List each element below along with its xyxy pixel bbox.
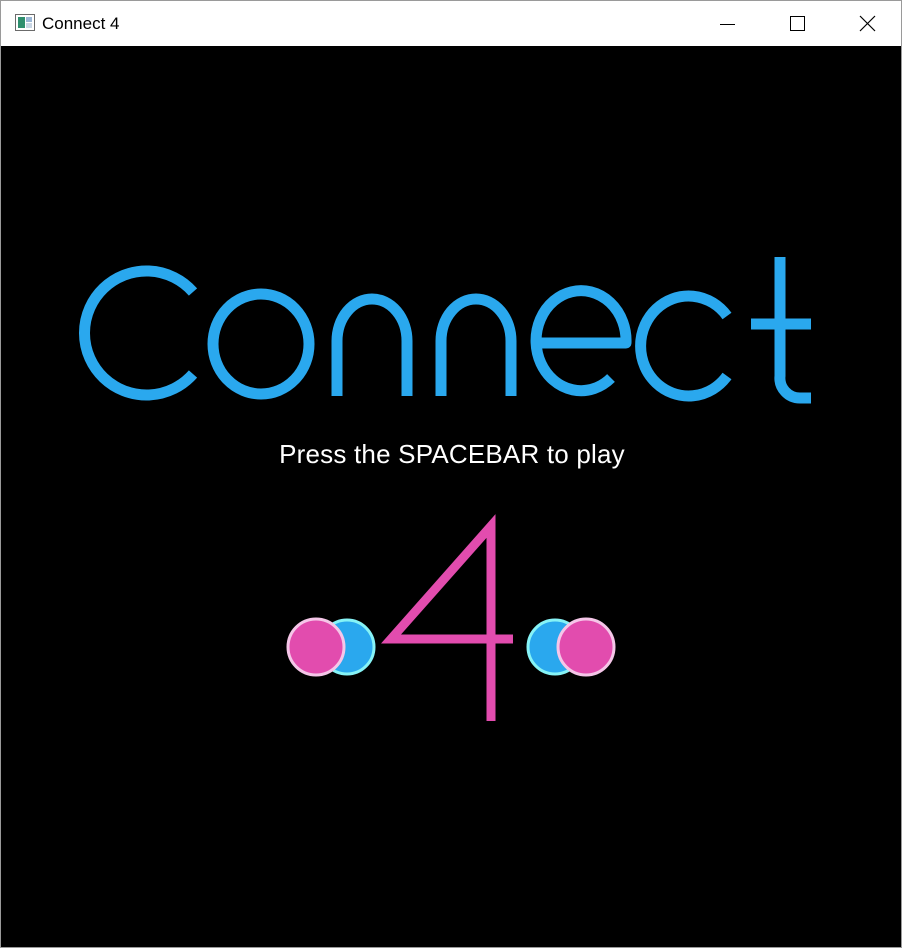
game-title [78,257,811,404]
close-button[interactable] [833,1,901,46]
window-title: Connect 4 [42,14,120,33]
title-letter-e [530,285,632,397]
title-letter-n1 [331,293,413,396]
title-letter-t [751,257,811,404]
title-letter-c [78,265,198,401]
minimize-button[interactable] [693,1,761,46]
pink-disc [556,617,616,677]
title-bar[interactable]: Connect 4 [1,1,901,46]
disc-pair-left [286,617,376,677]
title-letter-o [207,288,315,400]
app-window: Connect 4 Press the SPACEBAR to play [0,0,902,948]
close-icon [859,15,876,32]
maximize-button[interactable] [763,1,831,46]
disc-pair-right [526,617,616,677]
minimize-icon [720,24,735,25]
title-letter-n2 [435,293,517,396]
game-canvas[interactable]: Press the SPACEBAR to play [1,46,901,947]
game-number-4 [381,514,513,721]
app-icon [15,14,35,31]
maximize-icon [790,16,805,31]
title-letter-c2 [635,290,732,402]
start-prompt: Press the SPACEBAR to play [279,439,625,469]
pink-disc [286,617,346,677]
